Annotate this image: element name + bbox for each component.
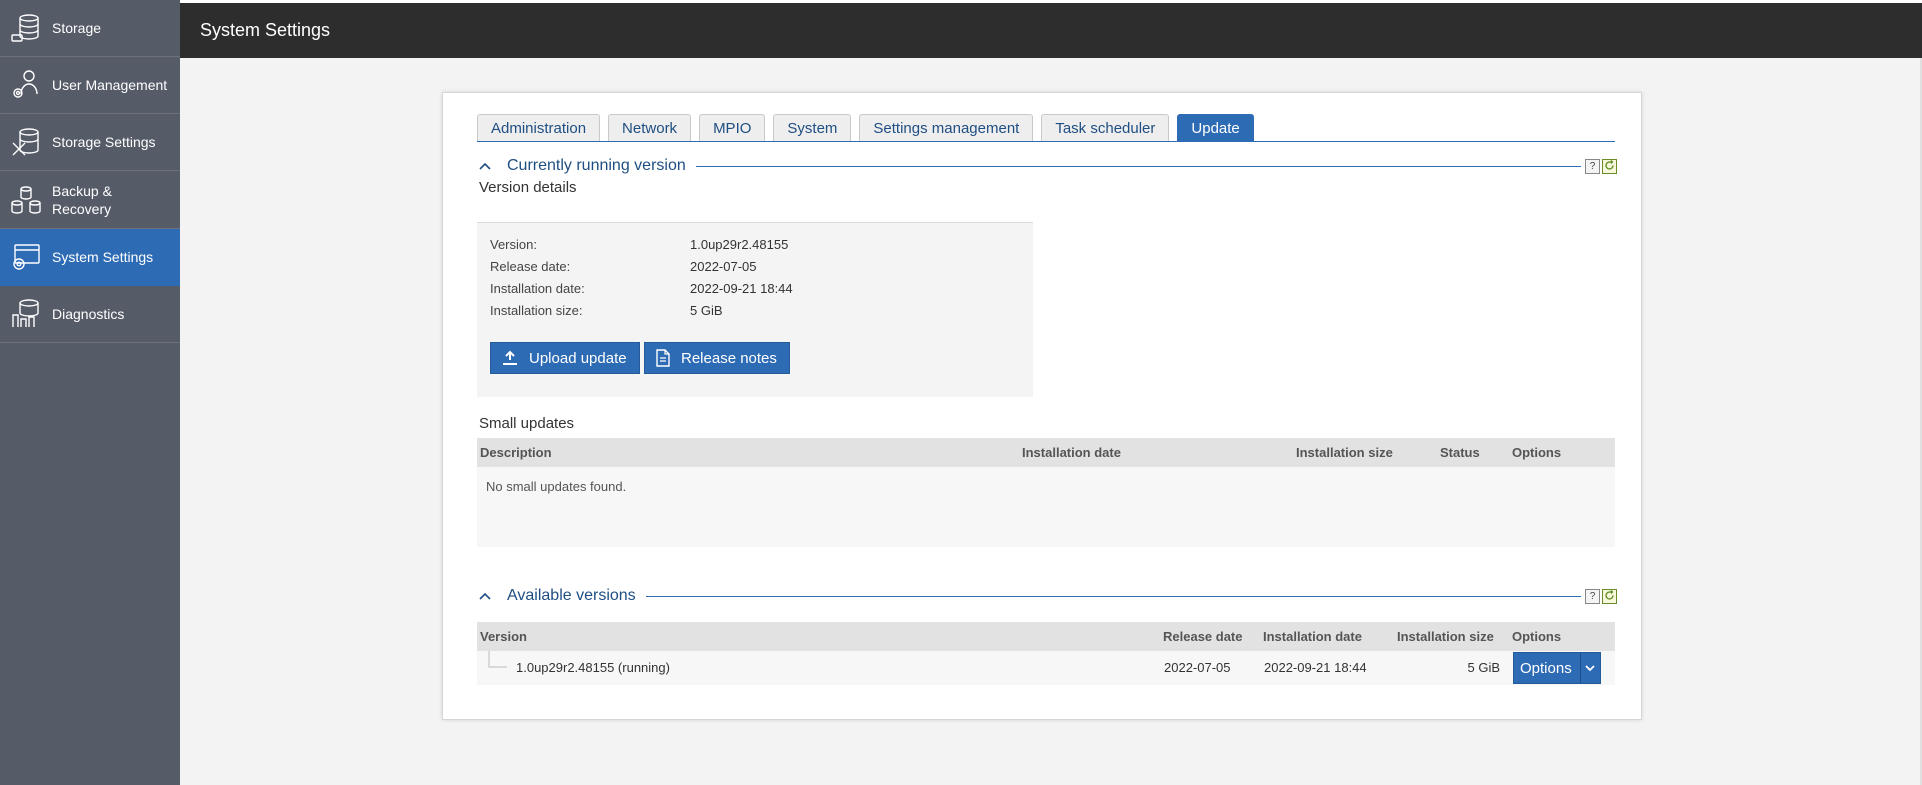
table-header: Version Release date Installation date I… [477,622,1615,651]
tab-task-scheduler[interactable]: Task scheduler [1041,114,1170,142]
upload-update-button[interactable]: Upload update [490,342,640,374]
column-header[interactable]: Status [1440,438,1480,467]
refresh-icon[interactable] [1602,158,1617,174]
sidebar: Storage User Management Storage Settings… [0,0,180,785]
sidebar-item-diagnostics[interactable]: Diagnostics [0,286,180,343]
diagnostics-icon [0,286,52,343]
tree-connector-icon [488,651,507,668]
column-header: Options [1512,445,1562,460]
release-notes-button[interactable]: Release notes [644,342,790,374]
column-header[interactable]: Installation size [1296,438,1393,467]
divider [695,165,1581,167]
column-header[interactable]: Installation size [1397,622,1494,651]
sidebar-item-label: Backup & Recovery [52,182,112,217]
detail-label: Installation size: [490,303,583,318]
column-header[interactable]: Release date [1163,622,1243,651]
section-title: Available versions [507,587,636,604]
detail-label: Installation date: [490,281,585,296]
column-header: Options [1512,629,1562,644]
user-management-icon [0,57,52,114]
upload-icon [503,350,517,365]
sidebar-item-label: System Settings [52,249,154,265]
backup-recovery-icon [0,171,52,228]
tab-mpio[interactable]: MPIO [699,114,766,142]
page-title: System Settings [200,20,331,40]
settings-panel: Administration Network MPIO System Setti… [442,92,1642,720]
tab-underline [477,141,1615,142]
options-dropdown-button[interactable]: Options [1513,652,1601,684]
detail-label: Release date: [490,259,571,274]
chevron-up-icon[interactable] [477,588,493,604]
section-title: Currently running version [507,157,686,174]
sidebar-item-label: Diagnostics [52,306,125,322]
refresh-icon[interactable] [1602,588,1617,604]
header-bar: System Settings [180,3,1922,58]
column-header[interactable]: Description [480,438,552,467]
sidebar-item-label: Storage Settings [52,134,156,150]
version-cell: 1.0up29r2.48155 (running) [516,660,670,675]
section-available-versions: Available versions ? [477,584,1617,608]
release-notes-label: Release notes [681,349,777,367]
sidebar-item-backup-recovery[interactable]: Backup & Recovery [0,171,180,229]
release-date-cell: 2022-07-05 [1164,660,1231,675]
storage-icon [0,0,52,57]
detail-value: 2022-09-21 18:44 [690,281,793,296]
document-icon [656,349,670,367]
sidebar-item-system-settings[interactable]: System Settings [0,229,180,286]
empty-message: No small updates found. [486,479,627,494]
tab-update[interactable]: Update [1177,114,1254,142]
detail-value: 1.0up29r2.48155 [690,237,789,252]
storage-settings-icon [0,114,52,171]
chevron-up-icon[interactable] [477,158,493,174]
sidebar-item-label: Storage [52,20,102,36]
sidebar-item-user-management[interactable]: User Management [0,57,180,114]
tab-settings-management[interactable]: Settings management [859,114,1034,142]
small-updates-table: Description Installation date Installati… [477,438,1615,547]
help-icon[interactable]: ? [1585,158,1600,174]
divider [645,595,1581,597]
detail-value: 2022-07-05 [690,259,757,274]
tab-bar: Administration Network MPIO System Setti… [477,114,1262,142]
table-body: No small updates found. [477,467,1615,547]
system-settings-icon [0,229,52,286]
table-row[interactable]: 1.0up29r2.48155 (running) 2022-07-05 202… [477,651,1615,685]
section-current-version: Currently running version ? [477,154,1617,178]
options-label: Options [1520,659,1572,677]
version-details-box: Version: 1.0up29r2.48155 Release date: 2… [477,222,1033,397]
version-details-heading: Version details [479,179,577,196]
available-versions-table: Version Release date Installation date I… [477,622,1615,685]
sidebar-item-storage[interactable]: Storage [0,0,180,57]
chevron-down-icon[interactable] [1579,653,1600,683]
table-header: Description Installation date Installati… [477,438,1615,467]
install-size-cell: 5 GiB [1467,660,1500,675]
detail-value: 5 GiB [690,303,723,318]
install-date-cell: 2022-09-21 18:44 [1264,660,1367,675]
help-icon[interactable]: ? [1585,588,1600,604]
sidebar-item-storage-settings[interactable]: Storage Settings [0,114,180,171]
tab-administration[interactable]: Administration [477,114,601,142]
small-updates-heading: Small updates [479,415,575,432]
column-header[interactable]: Installation date [1022,438,1121,467]
column-header[interactable]: Version [480,622,527,651]
tab-network[interactable]: Network [608,114,692,142]
column-header[interactable]: Installation date [1263,622,1362,651]
tab-system[interactable]: System [773,114,852,142]
detail-label: Version: [490,237,537,252]
sidebar-item-label: User Management [52,77,168,93]
upload-update-label: Upload update [529,349,627,367]
